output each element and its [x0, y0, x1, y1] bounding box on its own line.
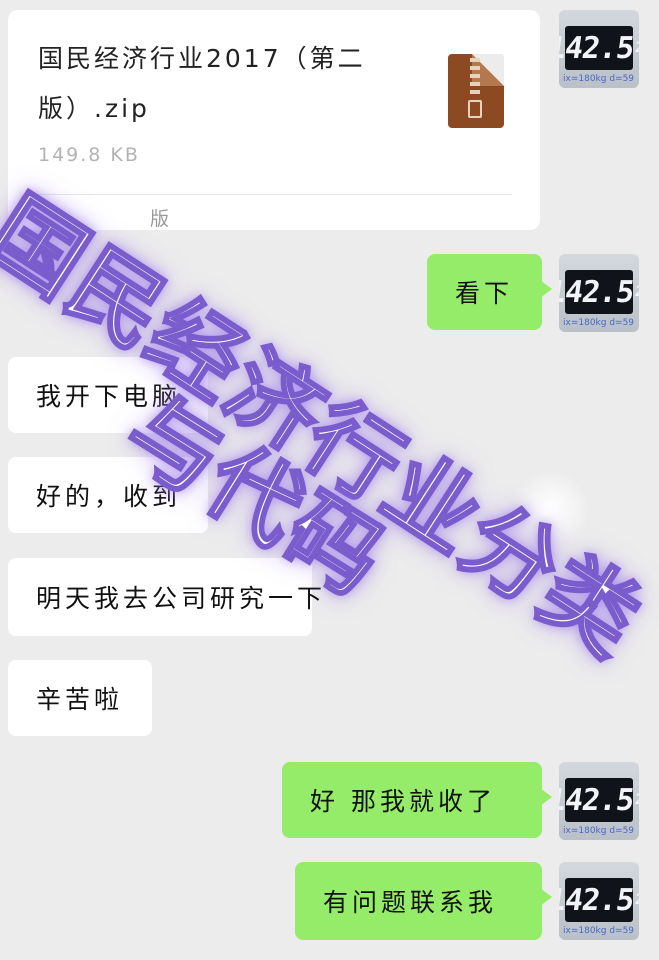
message-bubble-received[interactable]: 辛苦啦 — [8, 660, 152, 736]
file-source-label: 版 — [150, 208, 170, 230]
message-bubble-received[interactable]: 我开下电脑 — [8, 357, 208, 433]
chat-window: 国民经济行业2017（第二版）.zip 149.8 KB 版 142.5 26 i… — [0, 0, 659, 960]
avatar[interactable]: 142.5 26 ix=180kg d=59 — [559, 10, 639, 88]
message-text: 好 那我就收了 — [310, 787, 496, 816]
zip-archive-icon — [448, 54, 504, 128]
message-bubble-sent[interactable]: 看下 — [427, 254, 552, 330]
message-bubble-sent[interactable]: 好 那我就收了 — [282, 762, 552, 838]
avatar[interactable]: 142.5 26 ix=180kg d=59 — [559, 254, 639, 332]
file-card-divider — [38, 194, 512, 195]
message-text: 明天我去公司研究一下 — [36, 584, 327, 613]
file-message-card[interactable]: 国民经济行业2017（第二版）.zip 149.8 KB 版 — [8, 10, 540, 230]
message-text: 看下 — [455, 279, 514, 308]
message-text: 有问题联系我 — [323, 888, 498, 917]
message-bubble-received[interactable]: 好的，收到 — [8, 457, 208, 533]
avatar[interactable]: 142.5 26 ix=180kg d=59 — [559, 762, 639, 840]
sparkle-decoration — [510, 470, 590, 550]
message-text: 好的，收到 — [36, 482, 182, 511]
message-text: 辛苦啦 — [36, 685, 124, 714]
message-bubble-received[interactable]: 明天我去公司研究一下 — [8, 558, 322, 636]
avatar[interactable]: 142.5 26 ix=180kg d=59 — [559, 862, 639, 940]
file-name: 国民经济行业2017（第二版）.zip — [38, 44, 366, 123]
message-bubble-sent[interactable]: 有问题联系我 — [295, 862, 552, 940]
file-size: 149.8 KB — [38, 144, 140, 166]
message-text: 我开下电脑 — [36, 382, 182, 411]
